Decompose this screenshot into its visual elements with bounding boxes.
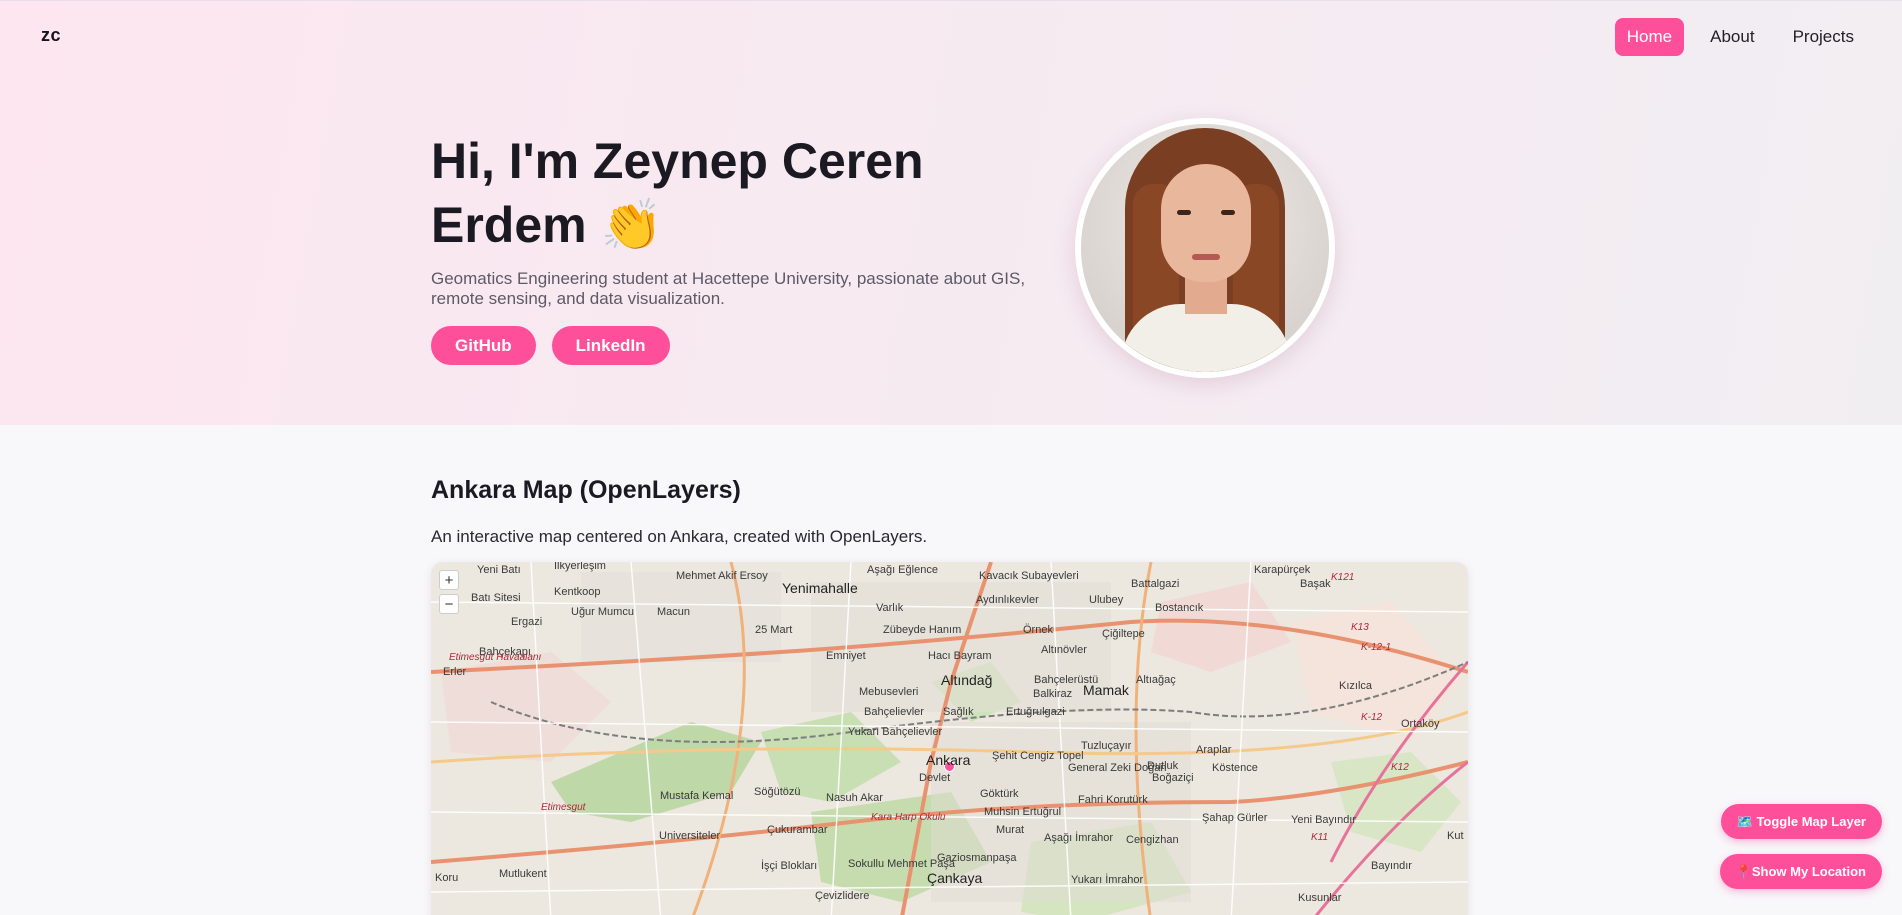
map-place-label: Altınövler (1041, 644, 1087, 656)
map-place-label: Balkiraz (1033, 688, 1073, 700)
map-place-label: Sağlık (943, 706, 974, 718)
hero-subtitle: Geomatics Engineering student at Hacette… (431, 269, 1026, 308)
map-place-label: Mebusevleri (859, 686, 919, 698)
map-place-label: Gaziosmanpaşa (937, 852, 1017, 864)
map-place-label: Yenimahalle (782, 580, 858, 596)
toggle-map-layer-button[interactable]: 🗺️ Toggle Map Layer (1720, 804, 1882, 839)
map-place-label: Cengizhan (1126, 834, 1179, 846)
map-road-label: K13 (1351, 622, 1369, 633)
map-road-label: Kara Harp Okulu (871, 812, 946, 823)
map-place-label: Altıağaç (1136, 674, 1176, 686)
map-place-label: Ulubey (1089, 594, 1124, 606)
map-place-label: Bostancık (1155, 602, 1204, 614)
map-place-label: Aydınlıkevler (976, 594, 1039, 606)
map-place-label: Başak (1300, 578, 1331, 590)
map-place-label: İlkyerleşim (554, 562, 606, 572)
site-logo[interactable]: zc (41, 25, 61, 46)
map-place-label: Nasuh Akar (826, 792, 883, 804)
map-place-label: Mehmet Akif Ersoy (676, 570, 768, 582)
map-place-label: Bayındır (1371, 860, 1412, 872)
map-place-label: Karapürçek (1254, 564, 1311, 576)
map-place-label: Erler (443, 666, 467, 678)
top-nav: Home About Projects (1614, 18, 1866, 56)
map-place-label: Mamak (1083, 682, 1129, 698)
map-place-label: Aşağı Eğlence (867, 564, 938, 576)
zoom-controls: + − (439, 570, 459, 614)
map-place-label: Şahap Gürler (1202, 812, 1268, 824)
nav-projects[interactable]: Projects (1781, 18, 1866, 56)
map-place-label: Köstence (1212, 762, 1258, 774)
map-place-label: Devlet (919, 772, 951, 784)
map-place-label: 25 Mart (755, 624, 793, 636)
map-section-title: Ankara Map (OpenLayers) (431, 476, 741, 504)
map-road-label: Etimesgut Havaalanı (449, 652, 542, 663)
map-place-label: Battalgazi (1131, 578, 1180, 590)
map-road-label: K-12 (1361, 712, 1383, 723)
map-place-label: Araplar (1196, 744, 1232, 756)
map-place-label: Ortaköy (1401, 718, 1440, 730)
nav-about[interactable]: About (1698, 18, 1766, 56)
map-place-label: Yeni Bayındır (1291, 814, 1357, 826)
map-place-label: Şehit Cengiz Topel (992, 750, 1084, 762)
map-place-label: Çiğiltepe (1102, 628, 1145, 640)
map-place-label: Tuzluçayır (1081, 740, 1132, 752)
hero-buttons: GitHub LinkedIn (431, 326, 670, 365)
map-place-label: Mustafa Kemal (660, 790, 734, 802)
map-place-label: Örnek (1023, 624, 1053, 636)
show-my-location-button[interactable]: 📍Show My Location (1719, 854, 1882, 889)
map-place-label: Hacı Bayram (928, 650, 992, 662)
map-place-label: Emniyet (826, 650, 866, 662)
map-place-label: Ergazi (511, 616, 543, 628)
map-place-label: İşçi Blokları (761, 860, 818, 872)
github-button[interactable]: GitHub (431, 326, 536, 365)
map-place-label: Ertuğrulgazi (1006, 706, 1065, 718)
hero-section: zc Home About Projects Hi, I'm Zeynep Ce… (0, 0, 1902, 425)
map-place-label: Yeni Batı (477, 564, 521, 576)
map-place-label: Macun (657, 606, 691, 618)
map-road-label: K12 (1391, 762, 1409, 773)
map-place-label: Murat (996, 824, 1025, 836)
linkedin-button[interactable]: LinkedIn (551, 326, 670, 365)
map-place-label: Kentkoop (554, 586, 601, 598)
map-place-label: Kut (1447, 830, 1464, 842)
map-place-label: Fahri Korutürk (1078, 794, 1148, 806)
map-place-label: Çevizlidere (815, 890, 870, 902)
map-place-label: Aşağı İmrahor (1044, 832, 1114, 844)
map-place-label: Zübeyde Hanım (883, 624, 962, 636)
map-road-label: K-12-1 (1361, 642, 1392, 653)
profile-photo-frame (1075, 118, 1335, 378)
map-section-description: An interactive map centered on Ankara, c… (431, 527, 928, 546)
map-place-label: Boğaziçi (1152, 772, 1194, 784)
zoom-in-button[interactable]: + (439, 570, 459, 590)
map-place-label: Ankara (926, 752, 971, 768)
map-place-label: Batı Sitesi (471, 592, 521, 604)
nav-home[interactable]: Home (1614, 18, 1685, 56)
map-place-label: Muhsin Ertuğrul (984, 806, 1062, 818)
map-road-label: Etimesgut (541, 802, 586, 813)
map-place-label: Göktürk (980, 788, 1019, 800)
avatar (1081, 124, 1329, 372)
map-place-label: Varlık (876, 602, 904, 614)
zoom-out-button[interactable]: − (439, 594, 459, 614)
ankara-map[interactable]: + − Yeni Batı İlkyerleşim Mehmet Akif Erso… (431, 562, 1468, 915)
map-place-label: Söğütözü (754, 786, 801, 798)
map-place-label: Kızılca (1339, 680, 1373, 692)
map-place-label: Kusunlar (1298, 892, 1342, 904)
map-place-label: Çankaya (927, 870, 983, 886)
map-place-label: Universiteler (659, 830, 721, 842)
map-place-label: Altındağ (941, 672, 993, 688)
map-road-label: K11 (1311, 832, 1329, 843)
map-place-label: Bahçelievler (864, 706, 924, 718)
map-place-label: Koru (435, 872, 459, 884)
map-road-label: K121 (1331, 572, 1355, 583)
map-place-label: Mutlukent (499, 868, 547, 880)
map-place-label: Yukarı İmrahor (1071, 874, 1144, 886)
map-place-label: Kavacık Subayevleri (979, 570, 1079, 582)
map-place-label: Uğur Mumcu (571, 606, 634, 618)
map-place-label: Çukurambar (767, 824, 828, 836)
map-place-label: Yukarı Bahçelievler (848, 726, 943, 738)
hero-title: Hi, I'm Zeynep Ceren Erdem 👏 (431, 133, 924, 253)
